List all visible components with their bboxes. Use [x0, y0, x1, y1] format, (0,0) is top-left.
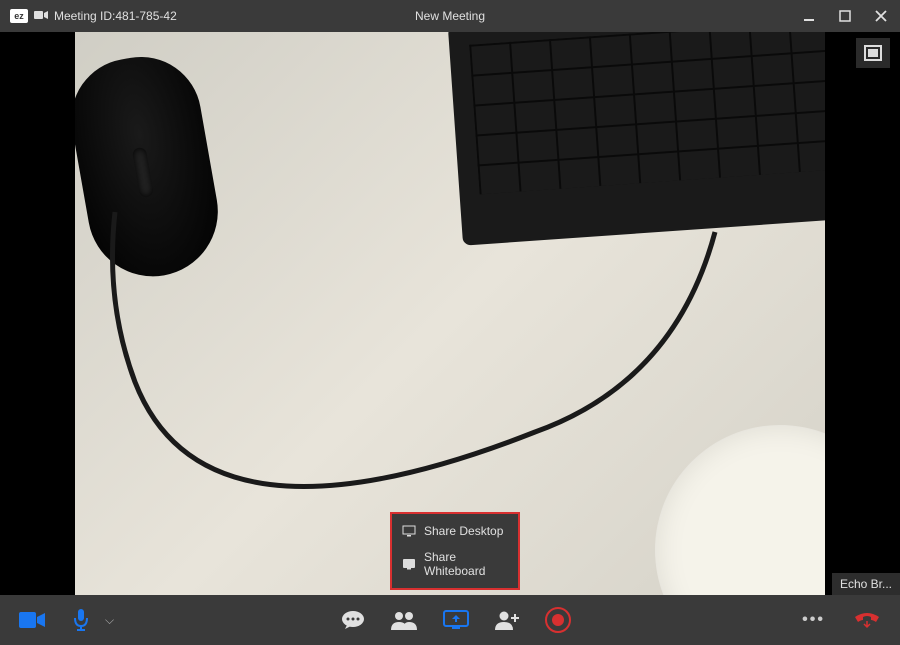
titlebar-left: ez Meeting ID:481-785-42 — [10, 9, 177, 23]
video-feed — [75, 32, 825, 595]
share-popup-menu: Share Desktop Share Whiteboard — [390, 512, 520, 590]
camera-mini-icon — [34, 9, 48, 23]
maximize-button[interactable] — [836, 7, 854, 25]
video-content-mouse — [75, 47, 228, 286]
close-button[interactable] — [872, 7, 890, 25]
participant-name-label: Echo Br... — [832, 573, 900, 595]
record-button[interactable] — [541, 603, 575, 637]
video-letterbox-right — [825, 32, 900, 595]
camera-button[interactable] — [15, 607, 49, 633]
share-whiteboard-label: Share Whiteboard — [424, 550, 508, 578]
toolbar-right: ••• — [798, 607, 885, 633]
titlebar: ez Meeting ID:481-785-42 New Meeting — [0, 0, 900, 32]
invite-button[interactable] — [491, 606, 523, 634]
mic-options-dropdown[interactable]: ⌵ — [105, 613, 114, 628]
hangup-button[interactable] — [849, 607, 885, 633]
monitor-icon — [402, 525, 416, 537]
video-content-keyboard — [448, 32, 825, 246]
meeting-id-label: Meeting ID:481-785-42 — [54, 9, 177, 23]
app-logo: ez — [10, 9, 28, 23]
fullscreen-button[interactable] — [856, 38, 890, 68]
share-screen-button[interactable] — [439, 606, 473, 634]
chat-button[interactable] — [337, 606, 369, 634]
video-letterbox-left — [0, 32, 75, 595]
minimize-button[interactable] — [800, 7, 818, 25]
share-desktop-label: Share Desktop — [424, 524, 503, 538]
whiteboard-icon — [402, 558, 416, 570]
participants-button[interactable] — [387, 606, 421, 634]
mic-button[interactable] — [69, 604, 93, 636]
window-controls — [800, 7, 890, 25]
window-title: New Meeting — [415, 9, 485, 23]
bottom-toolbar: ⌵ ••• — [0, 595, 900, 645]
more-options-button[interactable]: ••• — [798, 607, 829, 633]
toolbar-left: ⌵ — [15, 604, 114, 636]
video-content-plate — [655, 425, 825, 595]
toolbar-center — [337, 603, 575, 637]
record-icon — [545, 607, 571, 633]
share-whiteboard-item[interactable]: Share Whiteboard — [392, 544, 518, 584]
share-desktop-item[interactable]: Share Desktop — [392, 518, 518, 544]
